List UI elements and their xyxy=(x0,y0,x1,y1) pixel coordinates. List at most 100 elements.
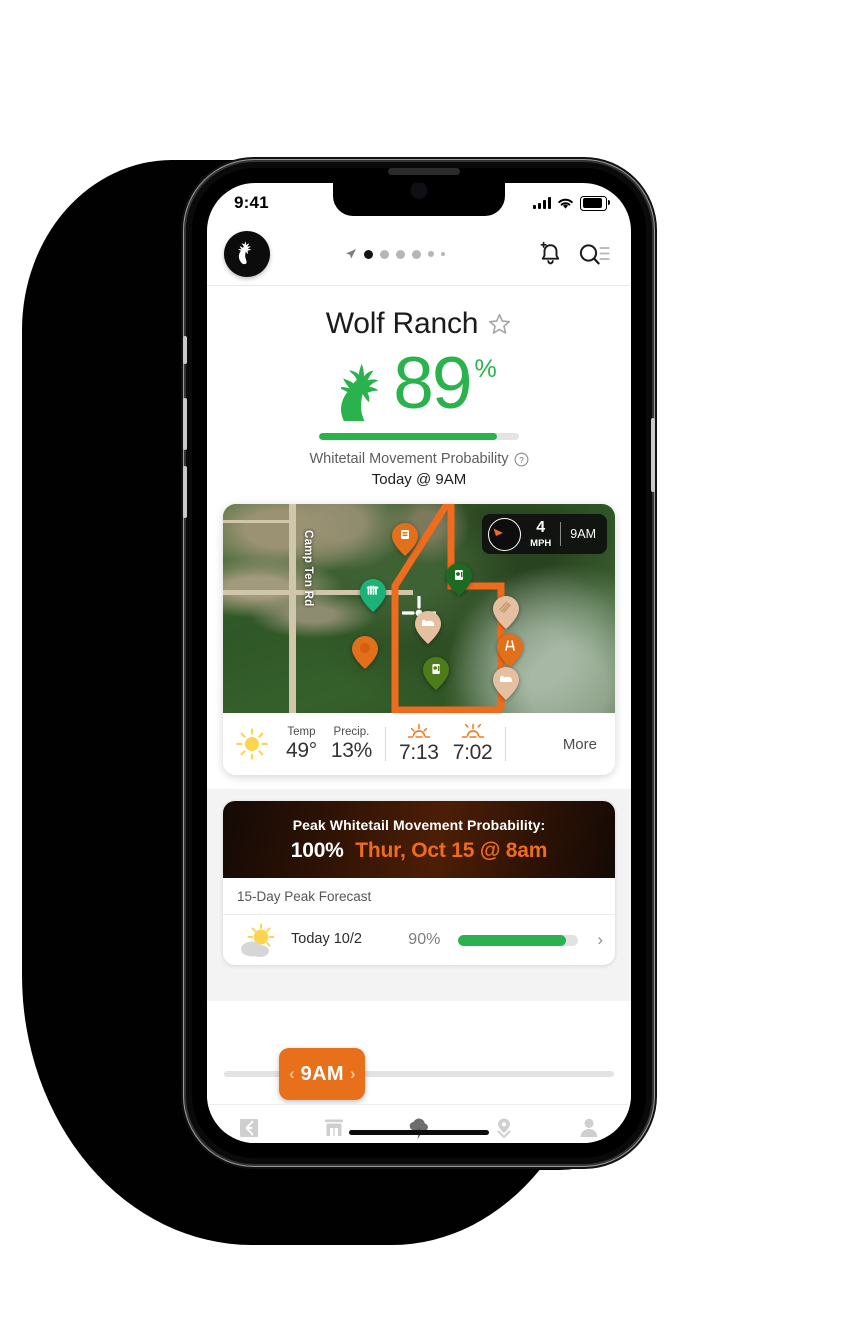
score-progress-bar xyxy=(319,433,519,440)
score-value: 89 xyxy=(393,343,472,424)
weather-strip[interactable]: Temp 49° Precip. 13% 7:13 7:02 More xyxy=(223,713,615,775)
peak-banner: Peak Whitetail Movement Probability: 100… xyxy=(223,801,615,878)
score-caption: Whitetail Movement Probability ? xyxy=(207,451,631,467)
page-dot-1[interactable] xyxy=(363,249,373,259)
percent-symbol: % xyxy=(474,355,497,383)
more-weather-button[interactable]: More xyxy=(563,736,613,753)
forecast-bar-fill xyxy=(458,934,567,946)
page-indicator-dots[interactable] xyxy=(345,248,445,260)
peak-headline: Peak Whitetail Movement Probability: xyxy=(292,817,546,833)
map-card[interactable]: Camp Ten Rd 4 MPH 9AM Temp 49° Precip. 1… xyxy=(223,504,615,775)
wifi-icon xyxy=(558,198,573,209)
phone-screen: 9:41 Wolf Ranch 89 % Whitetail Movement … xyxy=(207,183,631,1143)
page-dot-5[interactable] xyxy=(427,251,434,257)
time-slider-thumb[interactable]: ‹ 9AM › xyxy=(279,1048,366,1100)
deer-head-logo-icon[interactable] xyxy=(224,231,270,277)
wind-speed-value: 4 xyxy=(536,518,546,536)
wind-widget[interactable]: 4 MPH 9AM xyxy=(482,514,607,554)
status-bar-time: 9:41 xyxy=(234,193,269,212)
silent-switch[interactable] xyxy=(183,336,187,364)
storm-cloud-icon xyxy=(409,1118,428,1140)
pin-camera-upper[interactable] xyxy=(446,562,473,596)
pin-field-upper[interactable] xyxy=(493,595,520,629)
page-dot-2[interactable] xyxy=(379,249,389,259)
peak-section: Peak Whitetail Movement Probability: 100… xyxy=(207,789,631,1001)
peak-percent: 100% xyxy=(290,839,344,862)
bell-add-icon[interactable] xyxy=(537,240,564,268)
page-dot-6[interactable] xyxy=(440,252,445,256)
star-outline-icon[interactable] xyxy=(487,312,512,337)
weather-divider-1 xyxy=(385,727,386,761)
header-actions xyxy=(537,240,611,268)
earpiece-speaker xyxy=(388,168,460,175)
home-indicator[interactable] xyxy=(349,1130,489,1135)
temp-label: Temp xyxy=(287,725,316,738)
forecast-percent: 90% xyxy=(408,931,441,948)
wind-speed-block: 4 MPH xyxy=(530,518,552,549)
partly-sunny-icon xyxy=(237,923,281,957)
power-button[interactable] xyxy=(651,418,655,492)
pin-bedding-left[interactable] xyxy=(415,610,442,644)
sunset-value: 7:02 xyxy=(452,741,493,764)
peak-card[interactable]: Peak Whitetail Movement Probability: 100… xyxy=(223,801,615,965)
chevron-right-icon[interactable]: › xyxy=(597,930,603,950)
location-title-row: Wolf Ranch xyxy=(207,286,631,341)
svg-text:?: ? xyxy=(519,454,524,464)
forecast-row[interactable]: Today 10/2 90% › xyxy=(223,915,615,965)
forecast-text: Today 10/2 xyxy=(291,931,398,949)
store-icon xyxy=(325,1119,344,1136)
pin-camera-lower[interactable] xyxy=(422,656,449,690)
battery-icon xyxy=(580,195,610,211)
map-pin-icon xyxy=(497,1118,511,1139)
page-dot-3[interactable] xyxy=(395,249,405,259)
precip-cell: Precip. 13% xyxy=(324,726,379,763)
volume-down-button[interactable] xyxy=(183,466,187,518)
page-title: Wolf Ranch xyxy=(325,307,479,340)
sunset-cell: 7:02 xyxy=(446,723,500,765)
pin-stand-north[interactable] xyxy=(391,522,418,556)
sunrise-value: 7:13 xyxy=(399,741,439,764)
satellite-map[interactable]: Camp Ten Rd 4 MPH 9AM xyxy=(223,504,615,713)
wind-speed-unit: MPH xyxy=(530,537,552,549)
precip-label: Precip. xyxy=(333,725,370,738)
chevron-left-icon[interactable]: ‹ xyxy=(289,1064,295,1084)
wind-divider xyxy=(560,522,562,546)
sunrise-cell: 7:13 xyxy=(392,723,446,765)
pin-stand-east[interactable] xyxy=(497,633,524,667)
feed-icon xyxy=(240,1119,259,1137)
search-list-icon[interactable] xyxy=(578,242,611,267)
sun-icon xyxy=(225,727,279,761)
scroll-content[interactable]: Wolf Ranch 89 % Whitetail Movement Proba… xyxy=(207,286,631,1104)
time-slider-label: 9AM xyxy=(300,1062,344,1085)
score-caption-text: Whitetail Movement Probability xyxy=(309,451,509,467)
status-bar-indicators xyxy=(533,195,610,211)
forecast-day: Today 10/2 xyxy=(291,931,362,947)
volume-up-button[interactable] xyxy=(183,398,187,450)
wind-compass-icon xyxy=(488,517,522,551)
page-dot-4[interactable] xyxy=(411,249,421,259)
status-bar: 9:41 xyxy=(207,183,631,223)
deer-head-icon xyxy=(341,363,379,421)
score-timestamp: Today @ 9AM xyxy=(371,471,467,488)
temp-value: 49° xyxy=(286,738,317,762)
question-circle-icon[interactable]: ? xyxy=(514,452,529,467)
weather-divider-2 xyxy=(505,727,507,761)
forecast-header: 15-Day Peak Forecast xyxy=(223,878,615,915)
app-header xyxy=(207,223,631,286)
cellular-bars-icon xyxy=(533,197,551,209)
temp-cell: Temp 49° xyxy=(279,726,324,763)
precip-value: 13% xyxy=(330,738,372,762)
movement-score: 89 % xyxy=(207,343,631,424)
wind-time: 9AM xyxy=(570,527,596,541)
pin-food-plot[interactable] xyxy=(360,579,387,613)
location-arrow-icon xyxy=(345,249,356,259)
chevron-right-icon[interactable]: › xyxy=(350,1064,356,1084)
pin-bedding-lower[interactable] xyxy=(493,667,520,701)
screenshot-canvas: 9:41 Wolf Ranch 89 % Whitetail Movement … xyxy=(0,0,850,1319)
person-icon xyxy=(580,1118,597,1137)
peak-date: Thur, Oct 15 @ 8am xyxy=(355,839,548,862)
pin-marker-plain[interactable] xyxy=(352,635,379,669)
sunset-icon xyxy=(461,723,484,738)
time-slider[interactable]: ‹ 9AM › xyxy=(207,1044,631,1104)
bottom-tab-bar[interactable]: Feed Gear HuntCast™ xyxy=(207,1104,631,1143)
